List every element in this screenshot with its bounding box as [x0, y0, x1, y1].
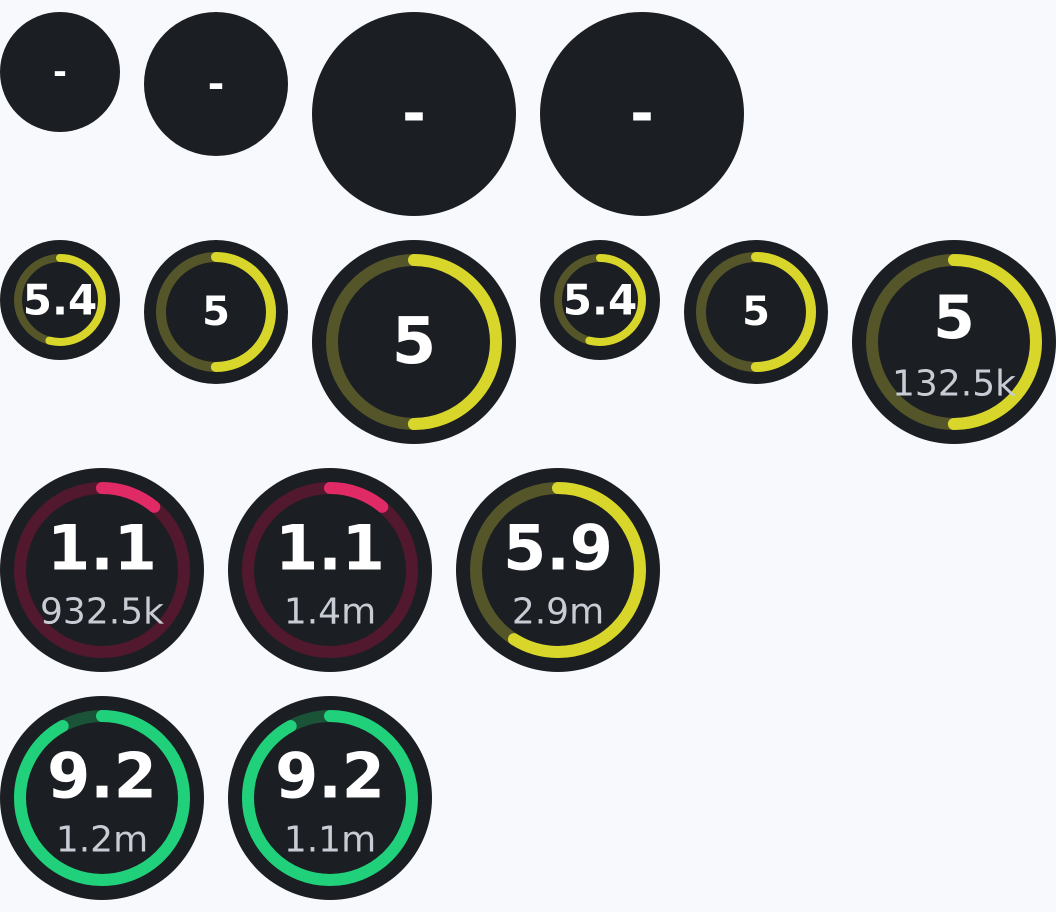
- rating-badge: 5: [144, 240, 288, 384]
- rating-badge: -: [0, 12, 120, 132]
- score-value: 1.1: [47, 512, 157, 585]
- score-value: 9.2: [275, 740, 385, 813]
- rating-badge-graphic: 5 132.5k: [852, 240, 1056, 444]
- vote-count: 2.9m: [512, 592, 604, 633]
- rating-badge-graphic: 9.2 1.2m: [0, 696, 204, 900]
- score-value: 5.9: [503, 512, 613, 585]
- rating-badge: 5.4: [0, 240, 120, 360]
- rating-badge: 5: [312, 240, 516, 444]
- score-placeholder: -: [208, 61, 225, 108]
- rating-badge: 5.4: [540, 240, 660, 360]
- score-value: 5: [202, 289, 230, 335]
- rating-badge-graphic: 5: [684, 240, 828, 384]
- score-value: 1.1: [275, 512, 385, 585]
- vote-count: 1.4m: [284, 592, 376, 633]
- rating-badge-graphic: -: [312, 12, 516, 216]
- rating-badge: 9.2 1.2m: [0, 696, 204, 900]
- rating-badge: 1.1 932.5k: [0, 468, 204, 672]
- rating-badge: 1.1 1.4m: [228, 468, 432, 672]
- score-placeholder: -: [53, 53, 67, 92]
- score-placeholder: -: [630, 81, 654, 147]
- rating-badge-graphic: 5.9 2.9m: [456, 468, 660, 672]
- score-value: 5: [392, 305, 437, 379]
- rating-badge-graphic: 5: [144, 240, 288, 384]
- rating-badge-graphic: 5.4: [0, 240, 120, 360]
- rating-badge: -: [540, 12, 744, 216]
- vote-count: 1.2m: [56, 820, 148, 861]
- rating-badge-graphic: 9.2 1.1m: [228, 696, 432, 900]
- score-value: 9.2: [47, 740, 157, 813]
- rating-badge: 9.2 1.1m: [228, 696, 432, 900]
- rating-badge: -: [144, 12, 288, 156]
- score-value: 5: [742, 289, 770, 335]
- rating-badge: 5 132.5k: [852, 240, 1056, 444]
- rating-badge-graphic: 5.4: [540, 240, 660, 360]
- vote-count: 132.5k: [892, 364, 1016, 405]
- rating-badge: -: [312, 12, 516, 216]
- rating-badge-graphic: -: [144, 12, 288, 156]
- score-value: 5.4: [23, 276, 97, 325]
- rating-badge: 5: [684, 240, 828, 384]
- score-value: 5.4: [563, 276, 637, 325]
- rating-badge-graphic: 1.1 1.4m: [228, 468, 432, 672]
- rating-badge: 5.9 2.9m: [456, 468, 660, 672]
- rating-badge-graphic: -: [0, 12, 120, 132]
- score-value: 5: [933, 283, 975, 353]
- rating-badge-graphic: 1.1 932.5k: [0, 468, 204, 672]
- rating-badge-graphic: 5: [312, 240, 516, 444]
- vote-count: 1.1m: [284, 820, 376, 861]
- rating-badge-graphic: -: [540, 12, 744, 216]
- vote-count: 932.5k: [40, 592, 164, 633]
- score-placeholder: -: [402, 81, 426, 147]
